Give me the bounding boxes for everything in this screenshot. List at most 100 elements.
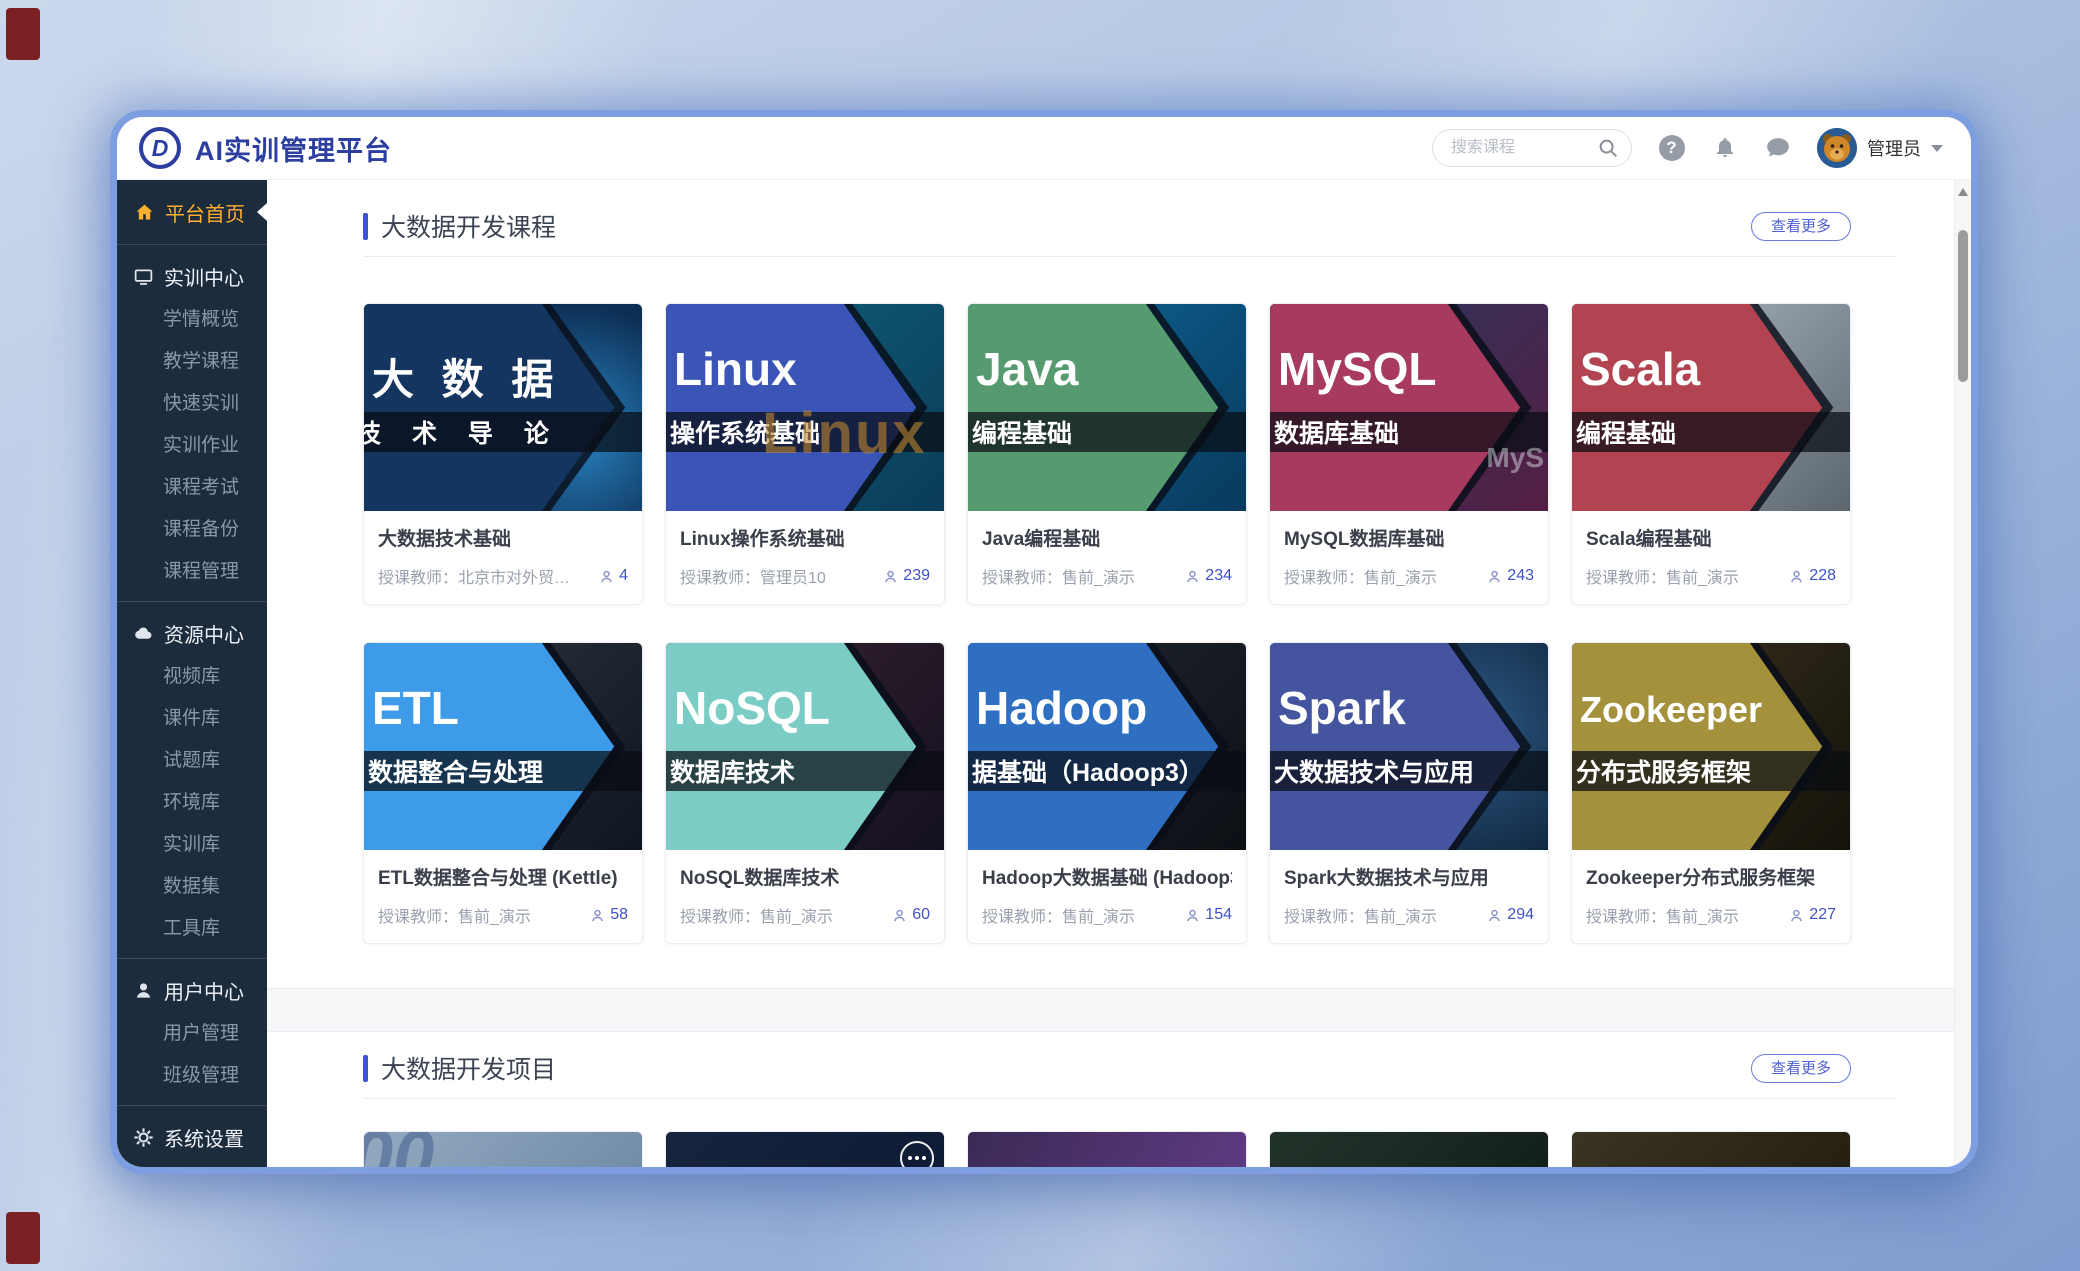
course-cover: 数据库基础 MySQL MyS [1270, 304, 1548, 511]
caret-down-icon[interactable] [1931, 145, 1943, 152]
background-artifact-top [6, 8, 40, 60]
person-icon [599, 569, 614, 584]
sidebar-item-快速实训[interactable]: 快速实训 [117, 383, 267, 425]
course-teacher: 授课教师：售前_演示 [1586, 903, 1739, 927]
sidebar-item-实训库[interactable]: 实训库 [117, 824, 267, 866]
course-card[interactable]: 数据库基础 MySQL MyS MySQL数据库基础 授课教师：售前_演示 24… [1269, 303, 1549, 605]
course-cover: 操作系统基础 Linux Linux [666, 304, 944, 511]
sidebar-item-课程考试[interactable]: 课程考试 [117, 467, 267, 509]
search-box[interactable] [1432, 129, 1632, 167]
more-ellipsis-icon[interactable] [900, 1141, 934, 1167]
view-more-projects-button[interactable]: 查看更多 [1751, 1054, 1851, 1083]
course-cover: 数据整合与处理 ETL [364, 643, 642, 850]
course-card[interactable]: 技 术 导 论 大 数 据 大数据技术基础 授课教师：北京市对外贸易学校教...… [363, 303, 643, 605]
background-artifact-bottom [6, 1212, 40, 1264]
student-count: 239 [883, 567, 930, 585]
course-cover: 编程基础 Scala [1572, 304, 1850, 511]
section-courses-header: 大数据开发课程 查看更多 [363, 204, 1851, 248]
sidebar-item-label: 平台首页 [165, 198, 245, 227]
project-card[interactable]: 大数据开发案例 [1571, 1131, 1851, 1167]
course-card[interactable]: 数据整合与处理 ETL ETL数据整合与处理 (Kettle) 授课教师：售前_… [363, 642, 643, 944]
app-window: D AI实训管理平台 ? [117, 117, 1971, 1167]
project-card[interactable]: 大数据开发案例 [665, 1131, 945, 1167]
person-icon [1185, 908, 1200, 923]
course-card[interactable]: 数据库技术 NoSQL NoSQL数据库技术 授课教师：售前_演示 60 [665, 642, 945, 944]
course-teacher: 授课教师：售前_演示 [680, 903, 833, 927]
cover-subtitle: 据基础（Hadoop3） [972, 753, 1204, 789]
project-card[interactable]: 大数据开发案例 00 [363, 1131, 643, 1167]
sidebar-group-实训中心[interactable]: 实训中心 [117, 253, 267, 299]
section-divider [363, 256, 1897, 257]
sidebar-item-home[interactable]: 平台首页 [117, 188, 267, 236]
sidebar-divider [117, 601, 267, 602]
course-cover: 大数据技术与应用 Spark [1270, 643, 1548, 850]
app-body: 平台首页 实训中心 学情概览教学课程快速实训实训作业课程考试课程备份课程管理 资… [117, 180, 1971, 1167]
content-scrollbar[interactable] [1954, 180, 1971, 1167]
course-title: 大数据技术基础 [378, 524, 628, 551]
user-menu[interactable]: 管理员 [1817, 128, 1943, 168]
course-card[interactable]: 编程基础 Java Java编程基础 授课教师：售前_演示 234 [967, 303, 1247, 605]
sidebar-item-数据集[interactable]: 数据集 [117, 866, 267, 908]
logo-letter: D [152, 135, 169, 162]
sidebar-item-班级管理[interactable]: 班级管理 [117, 1055, 267, 1097]
search-icon[interactable] [1597, 137, 1619, 159]
course-card[interactable]: 操作系统基础 Linux Linux Linux操作系统基础 授课教师：管理员1… [665, 303, 945, 605]
sidebar-item-课件库[interactable]: 课件库 [117, 698, 267, 740]
view-more-courses-button[interactable]: 查看更多 [1751, 212, 1851, 241]
course-card[interactable]: 分布式服务框架 Zookeeper Zookeeper分布式服务框架 授课教师：… [1571, 642, 1851, 944]
scrollbar-up-arrow[interactable] [1958, 188, 1968, 196]
course-teacher: 授课教师：售前_演示 [1284, 564, 1437, 588]
sidebar-item-学情概览[interactable]: 学情概览 [117, 299, 267, 341]
app-header: D AI实训管理平台 ? [117, 117, 1971, 180]
bell-icon[interactable] [1711, 135, 1738, 162]
cover-title: Spark [1278, 681, 1406, 735]
sidebar-item-试题库[interactable]: 试题库 [117, 740, 267, 782]
sidebar-item-环境库[interactable]: 环境库 [117, 782, 267, 824]
home-icon [134, 202, 155, 223]
sidebar-item-教学课程[interactable]: 教学课程 [117, 341, 267, 383]
active-page-marker [257, 203, 267, 221]
student-count: 4 [599, 567, 628, 585]
course-card[interactable]: 编程基础 Scala Scala编程基础 授课教师：售前_演示 228 [1571, 303, 1851, 605]
message-icon[interactable] [1764, 135, 1791, 162]
course-card[interactable]: 据基础（Hadoop3） Hadoop Hadoop大数据基础 (Hadoop3… [967, 642, 1247, 944]
sidebar-item-用户管理[interactable]: 用户管理 [117, 1013, 267, 1055]
course-title: Linux操作系统基础 [680, 524, 930, 551]
cover-title: Linux [674, 342, 797, 396]
sidebar-item-视频库[interactable]: 视频库 [117, 656, 267, 698]
cover-title: Hadoop [976, 681, 1147, 735]
project-card[interactable]: 大数据开发案例 [967, 1131, 1247, 1167]
sidebar-divider [117, 958, 267, 959]
sidebar-group-系统设置[interactable]: 系统设置 [117, 1114, 267, 1160]
student-count: 234 [1185, 567, 1232, 585]
sidebar-item-实训作业[interactable]: 实训作业 [117, 425, 267, 467]
sidebar-group-用户中心[interactable]: 用户中心 [117, 967, 267, 1013]
brand: D AI实训管理平台 [139, 127, 392, 169]
sidebar-group-资源中心[interactable]: 资源中心 [117, 610, 267, 656]
sidebar-item-课程备份[interactable]: 课程备份 [117, 509, 267, 551]
section-projects-header: 大数据开发项目 查看更多 [363, 1046, 1851, 1090]
search-input[interactable] [1449, 138, 1591, 158]
student-count: 154 [1185, 906, 1232, 924]
student-count: 227 [1789, 906, 1836, 924]
person-icon [1487, 569, 1502, 584]
course-card[interactable]: 大数据技术与应用 Spark Spark大数据技术与应用 授课教师：售前_演示 … [1269, 642, 1549, 944]
cover-title: MySQL [1278, 342, 1436, 396]
cloud-icon [132, 622, 154, 644]
sidebar-item-工具库[interactable]: 工具库 [117, 908, 267, 950]
person-icon [883, 569, 898, 584]
student-count: 60 [892, 906, 930, 924]
project-card[interactable]: 大数据开发案例 [1269, 1131, 1549, 1167]
scrollbar-thumb[interactable] [1958, 230, 1968, 382]
cover-subtitle: 分布式服务框架 [1576, 753, 1751, 789]
desktop-background: D AI实训管理平台 ? [0, 0, 2080, 1271]
user-avatar[interactable] [1817, 128, 1857, 168]
cover-subtitle: 编程基础 [972, 414, 1072, 450]
person-icon [1487, 908, 1502, 923]
app-title: AI实训管理平台 [195, 129, 392, 168]
sidebar-item-课程管理[interactable]: 课程管理 [117, 551, 267, 593]
help-icon[interactable]: ? [1658, 135, 1685, 162]
cover-title: Java [976, 342, 1078, 396]
course-teacher: 授课教师：售前_演示 [378, 903, 531, 927]
user-name[interactable]: 管理员 [1867, 135, 1921, 161]
